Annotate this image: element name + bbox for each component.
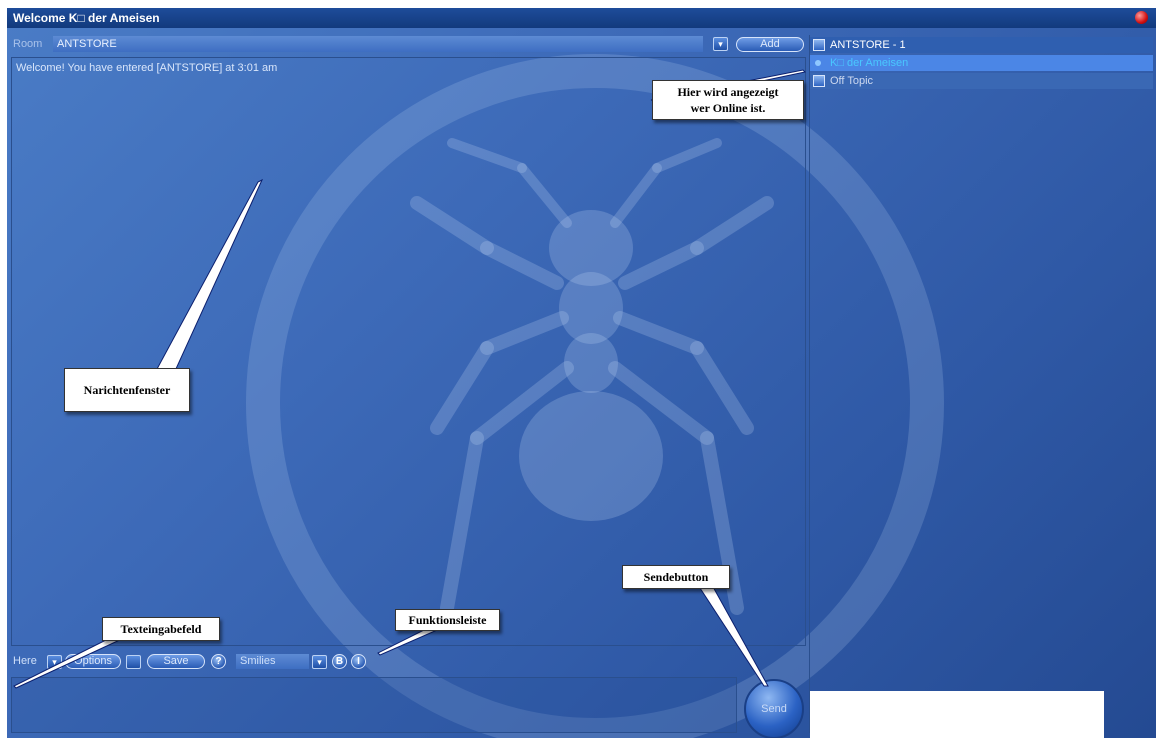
message-window: Welcome! You have entered [ANTSTORE] at … — [11, 57, 806, 646]
close-icon[interactable] — [1135, 11, 1148, 24]
send-button-callout: Sendebutton — [622, 565, 730, 589]
online-callout-line2: wer Online ist. — [690, 101, 766, 115]
room-tree-label: ANTSTORE - 1 — [830, 39, 906, 51]
input-field-callout: Texteingabefeld — [102, 617, 220, 641]
welcome-message: Welcome! You have entered [ANTSTORE] at … — [16, 62, 278, 74]
user-name: K□ der Ameisen — [830, 57, 909, 69]
options-button[interactable]: Options — [65, 654, 121, 669]
bold-icon[interactable]: B — [332, 654, 347, 669]
here-label: Here — [13, 655, 37, 667]
smilies-select[interactable]: Smilies — [236, 654, 309, 669]
room-dropdown-icon[interactable]: ▾ — [713, 37, 728, 51]
italic-icon[interactable]: I — [351, 654, 366, 669]
online-users-panel: ANTSTORE - 1 K□ der Ameisen Off Topic — [809, 35, 1153, 733]
collapse-icon[interactable] — [813, 39, 825, 51]
help-icon[interactable]: ? — [211, 654, 226, 669]
title-bar: Welcome K□ der Ameisen — [7, 8, 1156, 28]
expand-icon[interactable] — [813, 75, 825, 87]
send-button[interactable]: Send — [744, 679, 804, 738]
add-button[interactable]: Add — [736, 37, 804, 52]
message-input[interactable] — [11, 677, 737, 733]
online-callout-line1: Hier wird angezeigt — [677, 85, 779, 99]
online-callout: Hier wird angezeigt wer Online ist. — [652, 80, 804, 120]
room-label: Room — [13, 38, 43, 50]
smilies-dropdown-icon[interactable]: ▾ — [312, 655, 327, 669]
message-window-callout: Narichtenfenster — [64, 368, 190, 412]
user-icon — [815, 60, 821, 66]
toolbar-callout: Funktionsleiste — [395, 609, 500, 631]
here-dropdown-icon[interactable]: ▾ — [47, 655, 62, 669]
function-toolbar: Here ▾ Options Save ? Smilies ▾ B I — [11, 653, 806, 671]
topic-label: Off Topic — [830, 75, 874, 87]
user-list-item[interactable]: K□ der Ameisen — [810, 55, 1153, 71]
window-title: Welcome K□ der Ameisen — [13, 11, 160, 25]
topic-tree-item[interactable]: Off Topic — [810, 73, 1153, 89]
save-button[interactable]: Save — [147, 654, 205, 669]
room-bar: Room ANTSTORE ▾ Add — [11, 36, 806, 54]
room-select[interactable]: ANTSTORE — [53, 36, 703, 52]
blank-area — [810, 691, 1104, 738]
room-tree-item[interactable]: ANTSTORE - 1 — [810, 37, 1153, 53]
color-picker-icon[interactable] — [126, 655, 141, 669]
